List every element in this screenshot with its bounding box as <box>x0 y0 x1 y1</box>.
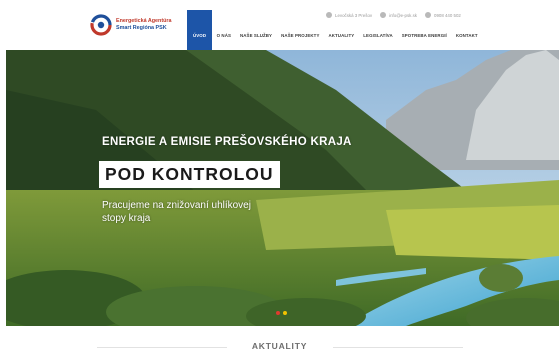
logo-line-2: Smart Regióna PSK <box>116 25 167 31</box>
slider-dot-2[interactable] <box>282 311 287 315</box>
nav-item-legislativa[interactable]: LEGISLATÍVA <box>359 10 397 50</box>
hero-banner <box>6 50 559 326</box>
slider-dot-1[interactable] <box>275 311 280 315</box>
logo-mark-icon <box>90 14 112 36</box>
main-nav: ÚVOD O NÁS NAŠE SLUŽBY NAŠE PROJEKTY AKT… <box>187 10 482 50</box>
nav-item-uvod[interactable]: ÚVOD <box>187 10 213 50</box>
nav-item-nase-projekty[interactable]: NAŠE PROJEKTY <box>277 10 324 50</box>
news-section-header: AKTUALITY <box>0 340 559 354</box>
news-section-title: AKTUALITY <box>251 341 308 351</box>
site-header: Energetická Agentúra Smart Regióna PSK L… <box>0 0 559 50</box>
nav-item-kontakt[interactable]: KONTAKT <box>451 10 482 50</box>
hero-subhead: POD KONTROLOU <box>105 164 274 184</box>
site-logo[interactable]: Energetická Agentúra Smart Regióna PSK <box>90 11 172 39</box>
nav-item-o-nas[interactable]: O NÁS <box>212 10 235 50</box>
hero-landscape-image <box>6 50 559 326</box>
nav-item-spotreba-energii[interactable]: SPOTREBA ENERGIÍ <box>397 10 451 50</box>
hero-headline: ENERGIE A EMISIE PREŠOVSKÉHO KRAJA <box>102 136 352 148</box>
hero-subhead-box: POD KONTROLOU <box>99 161 280 188</box>
nav-item-nase-sluzby[interactable]: NAŠE SLUŽBY <box>236 10 277 50</box>
nav-item-aktuality[interactable]: AKTUALITY <box>324 10 359 50</box>
hero-tagline: Pracujeme na znižovaní uhlíkovej stopy k… <box>102 200 251 224</box>
logo-line-1: Energetická Agentúra <box>116 18 172 24</box>
slider-dots <box>274 311 288 315</box>
